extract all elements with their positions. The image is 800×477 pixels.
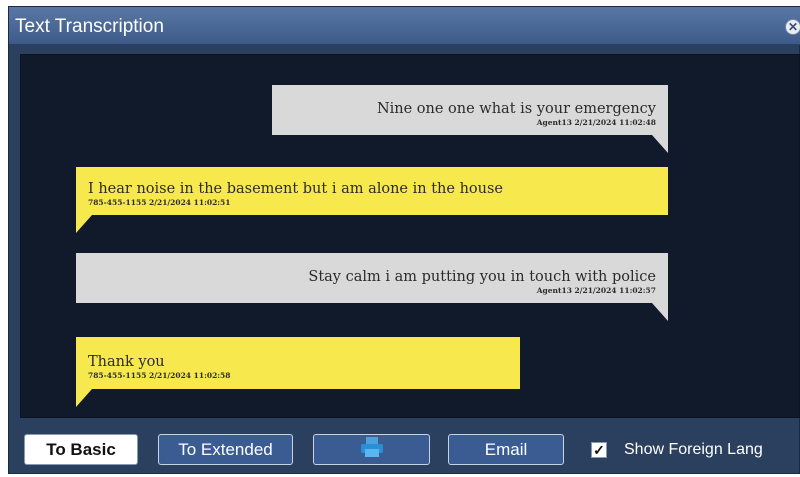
message-meta: 785-455-1155 2/21/2024 11:02:51 <box>88 198 231 207</box>
message-bubble-caller: I hear noise in the basement but i am al… <box>76 167 668 233</box>
title-bar: Text Transcription ✕ <box>9 7 800 45</box>
transcript-panel: Nine one one what is your emergency Agen… <box>20 54 800 418</box>
to-extended-button[interactable]: To Extended <box>158 434 293 465</box>
email-button[interactable]: Email <box>448 434 564 465</box>
show-foreign-checkbox[interactable]: ✓ <box>591 442 607 458</box>
message-meta: 785-455-1155 2/21/2024 11:02:58 <box>88 371 231 380</box>
bubble-tail <box>76 389 92 407</box>
message-text: I hear noise in the basement but i am al… <box>88 181 503 197</box>
message-meta: Agent13 2/21/2024 11:02:48 <box>536 118 656 127</box>
message-bubble-agent: Stay calm i am putting you in touch with… <box>76 253 668 321</box>
printer-icon <box>359 436 385 463</box>
message-meta: Agent13 2/21/2024 11:02:57 <box>536 286 656 295</box>
show-foreign-label: Show Foreign Lang <box>624 441 763 458</box>
message-text: Nine one one what is your emergency <box>376 101 656 117</box>
message-text: Stay calm i am putting you in touch with… <box>308 269 656 285</box>
bubble-tail <box>652 303 668 321</box>
close-icon[interactable]: ✕ <box>785 19 800 35</box>
bubble-tail <box>76 215 92 233</box>
bubble-tail <box>652 135 668 153</box>
to-basic-button[interactable]: To Basic <box>24 434 138 465</box>
window-title: Text Transcription <box>15 16 164 37</box>
message-bubble-agent: Nine one one what is your emergency Agen… <box>272 85 668 153</box>
print-button[interactable] <box>313 434 430 465</box>
message-bubble-caller: Thank you 785-455-1155 2/21/2024 11:02:5… <box>76 337 520 407</box>
message-text: Thank you <box>88 354 165 370</box>
